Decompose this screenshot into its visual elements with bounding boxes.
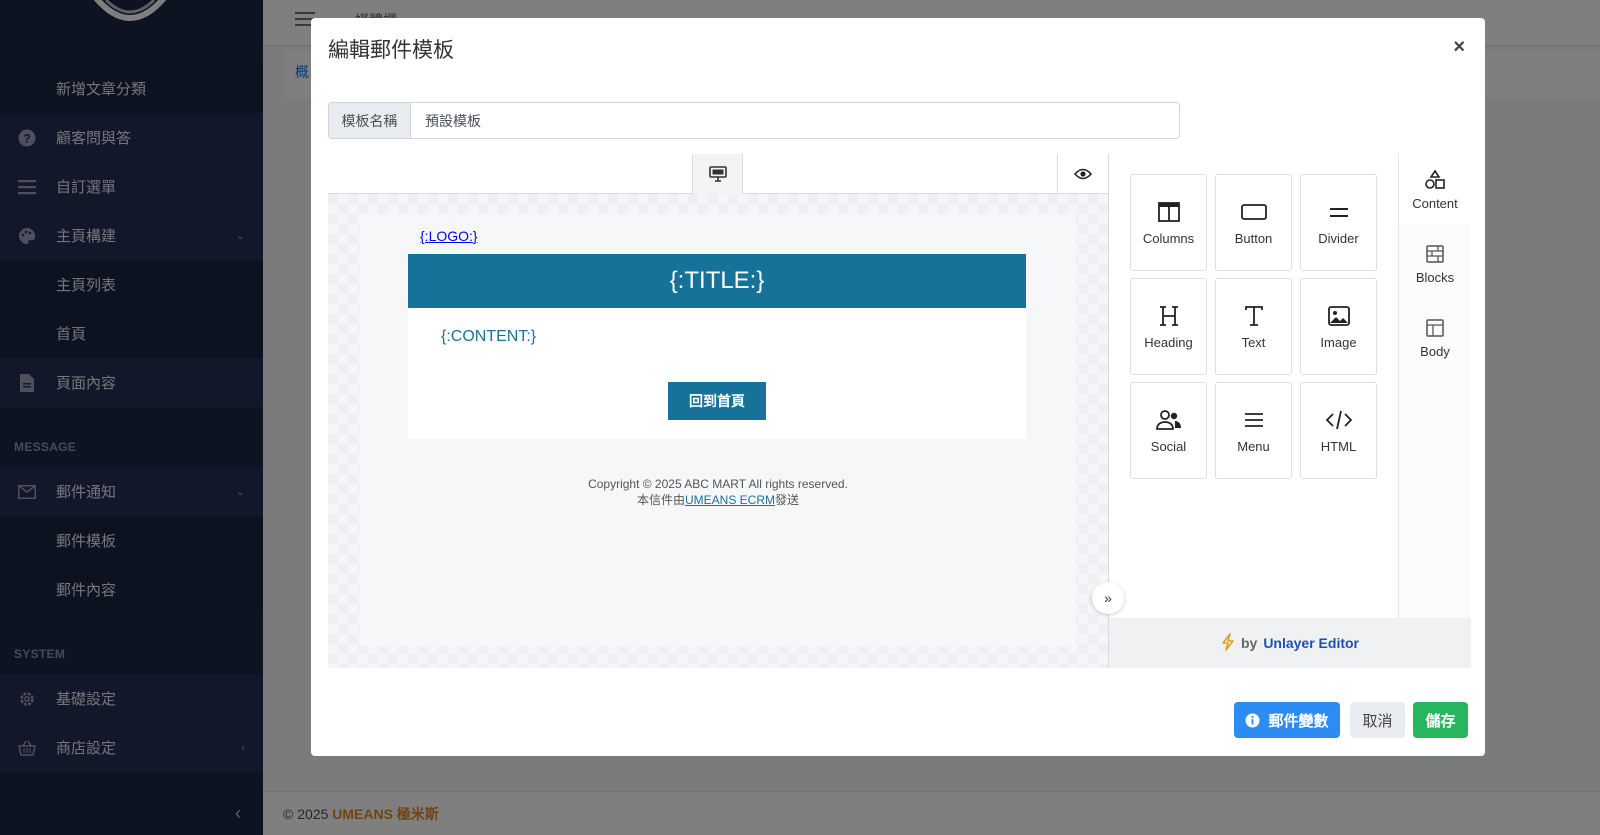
powered-by-bar[interactable]: by Unlayer Editor (1109, 618, 1471, 668)
tool-social[interactable]: Social (1130, 382, 1207, 479)
social-icon (1155, 407, 1182, 433)
preview-eye-icon[interactable] (1057, 154, 1108, 194)
email-footer-suffix: 發送 (775, 493, 800, 507)
email-variables-button[interactable]: 郵件變數 (1234, 702, 1340, 738)
tool-image[interactable]: Image (1300, 278, 1377, 375)
tool-button[interactable]: Button (1215, 174, 1292, 271)
tool-text[interactable]: Text (1215, 278, 1292, 375)
tool-label: Image (1320, 335, 1357, 350)
info-icon (1245, 713, 1260, 728)
image-icon (1327, 303, 1350, 329)
logo-placeholder-link[interactable]: {:LOGO:} (420, 228, 478, 244)
code-icon (1325, 407, 1353, 433)
blocks-icon (1426, 242, 1444, 266)
tool-label: Social (1150, 439, 1187, 454)
tool-label: HTML (1320, 439, 1357, 454)
editor-tabs: Content Blocks Body (1398, 154, 1471, 618)
tool-label: Columns (1142, 231, 1195, 246)
email-content[interactable]: {:CONTENT:} (441, 328, 536, 346)
tab-label: Body (1420, 343, 1450, 359)
template-name-input[interactable] (411, 103, 1179, 138)
tool-menu[interactable]: Menu (1215, 382, 1292, 479)
tab-content[interactable]: Content (1399, 154, 1471, 224)
tool-columns[interactable]: Columns (1130, 174, 1207, 271)
tool-label: Divider (1318, 231, 1359, 246)
tool-label: Heading (1144, 335, 1193, 350)
email-card[interactable]: {:TITLE:} {:CONTENT:} 回到首頁 (408, 254, 1026, 439)
edit-template-modal: 編輯郵件模板 × 模板名稱 {:LOGO:} {:TITLE:} {:CONTE… (311, 18, 1485, 756)
tab-body[interactable]: Body (1399, 302, 1471, 372)
bolt-icon (1221, 632, 1235, 654)
tool-label: Menu (1237, 439, 1270, 454)
tab-blocks[interactable]: Blocks (1399, 228, 1471, 298)
tools-panel: Columns Button Divider Heading Text Imag… (1108, 154, 1471, 668)
email-footer-link[interactable]: UMEANS ECRM (685, 493, 775, 507)
template-name-group: 模板名稱 (328, 102, 1180, 139)
email-footer-prefix: 本信件由 (636, 493, 685, 507)
tool-html[interactable]: HTML (1300, 382, 1377, 479)
text-icon (1244, 303, 1264, 329)
email-footer-copyright: Copyright © 2025 ABC MART All rights res… (588, 477, 848, 491)
tool-label: Text (1241, 335, 1266, 350)
email-editor: {:LOGO:} {:TITLE:} {:CONTENT:} 回到首頁 Copy… (328, 154, 1471, 668)
close-icon[interactable]: × (1453, 36, 1465, 59)
divider-icon (1329, 199, 1349, 225)
modal-title: 編輯郵件模板 (328, 39, 454, 62)
body-icon (1426, 316, 1444, 340)
heading-icon (1159, 303, 1179, 329)
canvas-toolbar (328, 154, 1108, 194)
tool-heading[interactable]: Heading (1130, 278, 1207, 375)
desktop-icon[interactable] (692, 154, 743, 194)
unlayer-editor-link[interactable]: Unlayer Editor (1263, 635, 1359, 651)
shapes-icon (1425, 168, 1445, 192)
template-name-label: 模板名稱 (329, 103, 411, 138)
cancel-button[interactable]: 取消 (1350, 702, 1405, 738)
button-icon (1240, 199, 1267, 225)
email-footer: Copyright © 2025 ABC MART All rights res… (360, 476, 1076, 508)
email-home-button[interactable]: 回到首頁 (668, 382, 766, 420)
email-title[interactable]: {:TITLE:} (408, 254, 1026, 308)
menu-icon (1244, 407, 1264, 433)
tab-label: Blocks (1415, 269, 1455, 285)
tool-label: Button (1234, 231, 1273, 246)
email-variables-label: 郵件變數 (1268, 712, 1329, 730)
double-chevron-right-icon[interactable]: » (1092, 582, 1124, 614)
columns-icon (1157, 199, 1180, 225)
save-button[interactable]: 儲存 (1413, 702, 1468, 738)
email-footer-sent-by: 本信件由UMEANS ECRM發送 (360, 492, 1076, 508)
tab-label: Content (1412, 195, 1458, 211)
tool-divider[interactable]: Divider (1300, 174, 1377, 271)
email-canvas: {:LOGO:} {:TITLE:} {:CONTENT:} 回到首頁 Copy… (328, 194, 1108, 668)
email-body: {:LOGO:} {:TITLE:} {:CONTENT:} 回到首頁 Copy… (360, 214, 1076, 646)
powered-by-label: by (1240, 635, 1258, 651)
